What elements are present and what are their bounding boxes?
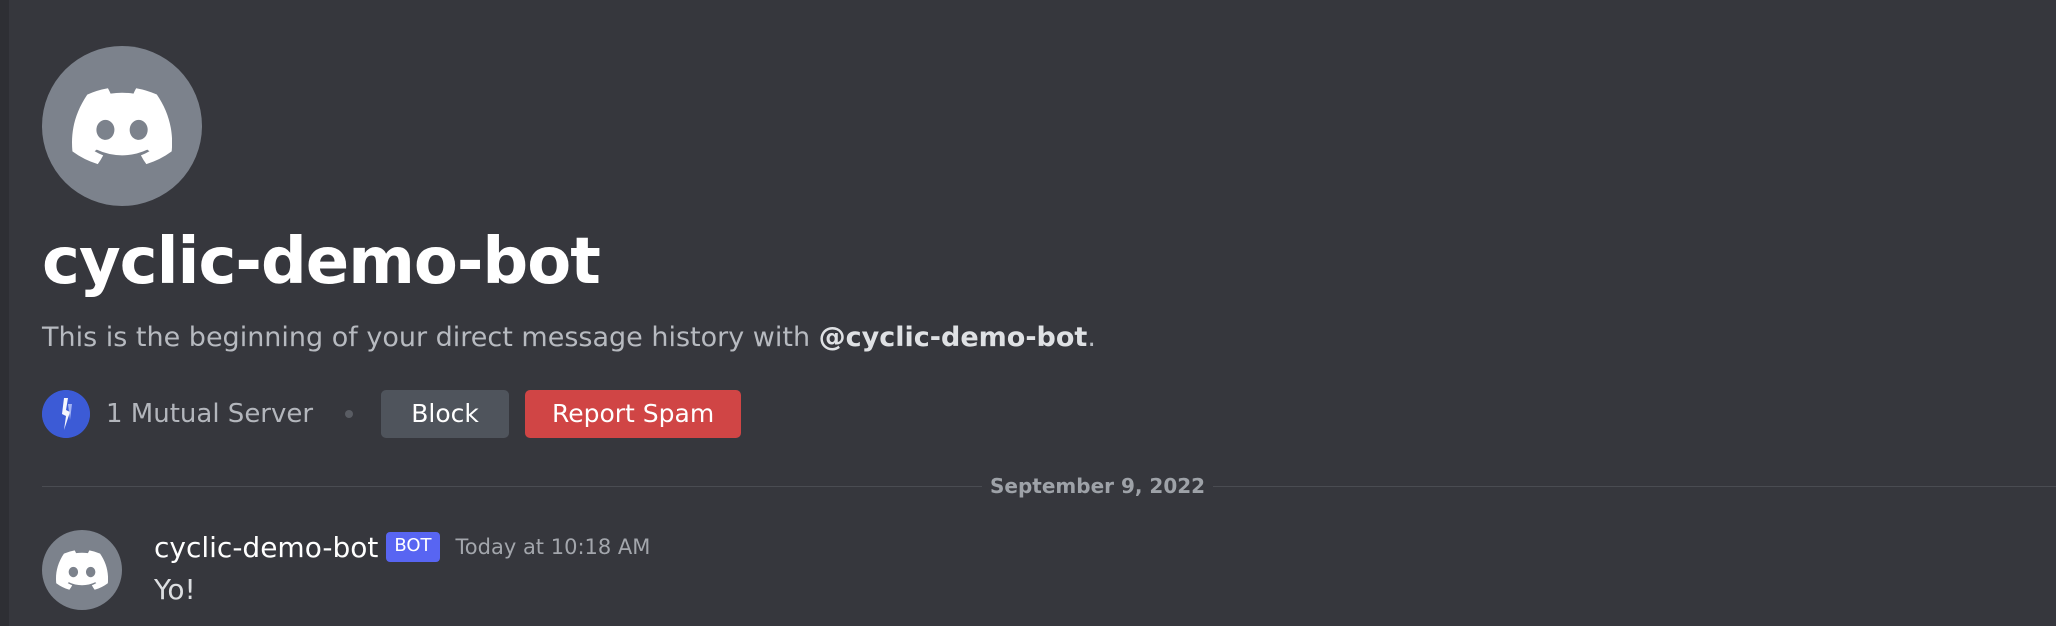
block-button[interactable]: Block: [381, 390, 510, 438]
intro-prefix: This is the beginning of your direct mes…: [42, 322, 819, 353]
profile-avatar[interactable]: [42, 46, 202, 206]
message-timestamp: Today at 10:18 AM: [455, 535, 651, 559]
profile-actions: 1 Mutual Server Block Report Spam: [42, 388, 742, 440]
mutual-servers-link[interactable]: 1 Mutual Server: [106, 399, 313, 429]
dm-intro-text: This is the beginning of your direct mes…: [42, 318, 1096, 358]
date-divider-label: September 9, 2022: [982, 472, 1214, 500]
message-content: Yo!: [154, 573, 196, 606]
user-mention[interactable]: @cyclic-demo-bot: [819, 322, 1088, 353]
intro-suffix: .: [1087, 322, 1096, 353]
server-glyph-icon: [42, 390, 90, 438]
separator-dot: [345, 410, 354, 418]
server-avatar-icon[interactable]: [42, 390, 90, 438]
sidebar-edge: [0, 0, 9, 626]
message-author-avatar[interactable]: [42, 530, 122, 610]
message-header: cyclic-demo-bot BOT Today at 10:18 AM: [154, 526, 650, 568]
message-author-name[interactable]: cyclic-demo-bot: [154, 531, 378, 564]
discord-logo-icon: [56, 550, 108, 590]
dm-channel-view: cyclic-demo-bot This is the beginning of…: [0, 0, 2056, 626]
bot-badge: BOT: [386, 532, 440, 562]
profile-username: cyclic-demo-bot: [42, 225, 601, 299]
discord-logo-icon: [72, 88, 172, 165]
report-spam-button[interactable]: Report Spam: [525, 390, 742, 438]
